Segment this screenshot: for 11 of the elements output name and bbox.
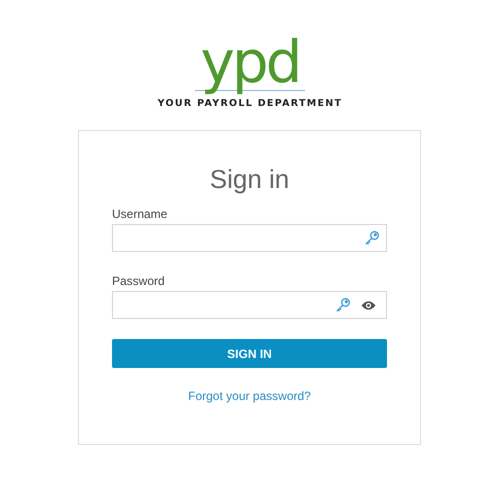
forgot-password-link[interactable]: Forgot your password? [188,389,311,403]
logo-tagline: YOUR PAYROLL DEPARTMENT [158,97,342,111]
key-icon [364,230,380,246]
form-title: Sign in [208,163,290,195]
field-label: Username [112,207,168,221]
username-field[interactable] [112,224,387,252]
field-label: Password [112,274,166,288]
key-icon [335,297,351,313]
sign-in-button[interactable]: SIGN IN [112,339,387,368]
password-field[interactable] [112,291,387,319]
eye-icon[interactable] [361,300,376,310]
